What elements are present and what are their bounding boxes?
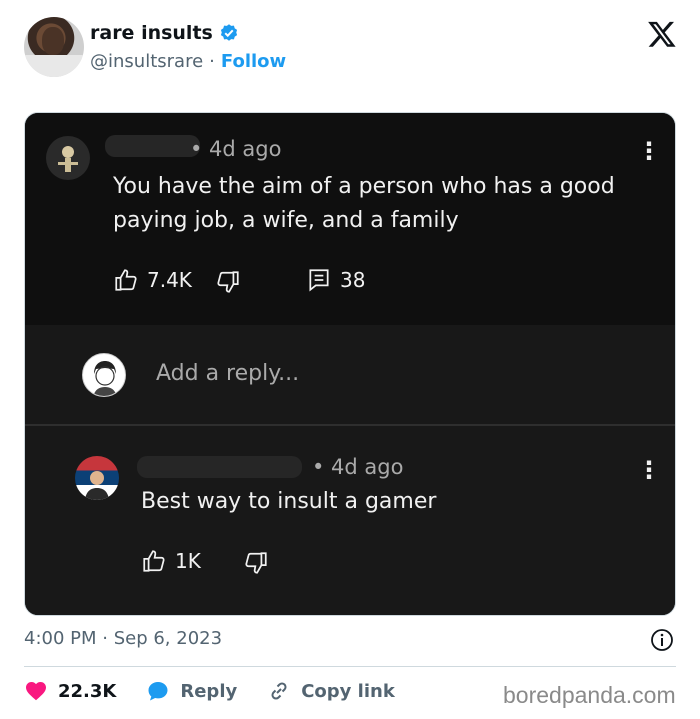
verified-badge-icon xyxy=(220,24,237,41)
author-avatar[interactable] xyxy=(24,17,84,77)
watermark: boredpanda.com xyxy=(503,682,676,708)
comment-1-like-count: 7.4K xyxy=(147,268,192,292)
comment-1-reply-count: 38 xyxy=(340,268,366,292)
kebab-menu-icon: ⋮ xyxy=(637,137,661,165)
x-logo-icon[interactable] xyxy=(647,19,677,49)
comment-1-meta: • 4d ago xyxy=(190,137,282,161)
follow-button[interactable]: Follow xyxy=(221,51,286,72)
reply-label: Reply xyxy=(180,680,238,702)
comment-2-like-count: 1K xyxy=(175,549,201,573)
reply-input: Add a reply... xyxy=(156,361,300,386)
like-count: 22.3K xyxy=(58,680,117,702)
reply-button[interactable]: Reply xyxy=(146,679,237,703)
comment-1-replies: 38 xyxy=(306,267,365,293)
reply-avatar xyxy=(82,353,126,397)
thumbs-up-icon xyxy=(143,550,165,572)
heart-icon xyxy=(26,682,46,701)
copy-link-label: Copy link xyxy=(301,680,395,702)
redacted-username-2 xyxy=(137,456,302,478)
comment-2: • 4d ago ⋮ Best way to insult a gamer 1K xyxy=(25,426,675,615)
author-handle-row: @insultsrare · Follow xyxy=(90,51,286,72)
replies-icon xyxy=(309,269,329,292)
comment-2-meta: • 4d ago xyxy=(312,455,404,479)
kebab-menu-icon-2: ⋮ xyxy=(637,456,661,484)
author-display-name[interactable]: rare insults xyxy=(90,22,213,44)
tweet-header: rare insults @insultsrare · Follow xyxy=(0,0,700,95)
tweet-timestamp[interactable]: 4:00 PM · Sep 6, 2023 xyxy=(24,628,222,649)
comment-2-avatar xyxy=(75,456,119,500)
comment-1-like: 7.4K xyxy=(113,267,192,293)
comment-2-text: Best way to insult a gamer xyxy=(141,489,437,514)
footer-divider xyxy=(24,666,676,667)
reply-bubble-icon xyxy=(148,682,168,701)
comment-1-text-line-1: You have the aim of a person who has a g… xyxy=(113,174,615,199)
thumbs-down-icon xyxy=(245,552,267,574)
thumbs-down-icon xyxy=(217,271,239,293)
info-icon[interactable] xyxy=(650,628,674,652)
comment-1-text-line-2: paying job, a wife, and a family xyxy=(113,208,459,233)
thumbs-up-icon xyxy=(115,269,137,291)
reply-box: Add a reply... xyxy=(25,325,675,425)
comment-1: • 4d ago ⋮ You have the aim of a person … xyxy=(25,113,675,325)
tweet-actions: 22.3K Reply Copy link xyxy=(24,679,395,703)
comment-1-avatar xyxy=(46,136,90,180)
redacted-username xyxy=(105,135,200,157)
author-handle[interactable]: @insultsrare xyxy=(90,51,203,72)
author-name-row: rare insults xyxy=(90,22,239,44)
comment-2-like: 1K xyxy=(141,548,201,574)
like-button[interactable]: 22.3K xyxy=(24,679,116,703)
handle-separator: · xyxy=(209,51,215,72)
embedded-image-card[interactable]: • 4d ago ⋮ You have the aim of a person … xyxy=(24,112,676,616)
copy-link-button[interactable]: Copy link xyxy=(267,679,395,703)
link-icon xyxy=(271,682,287,700)
